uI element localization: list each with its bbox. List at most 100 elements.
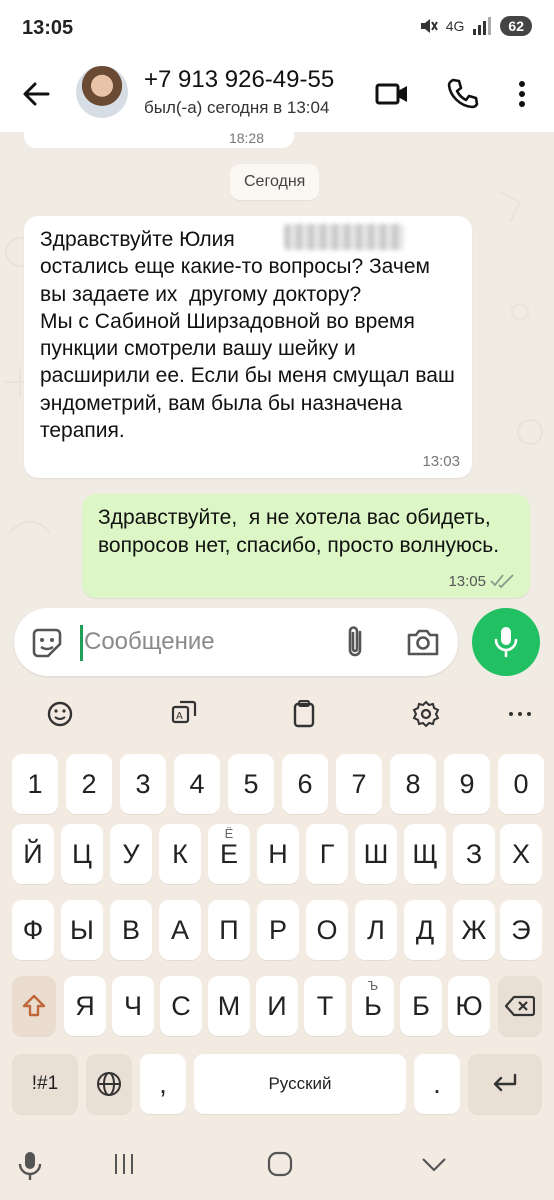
key-alt-label: Ё — [224, 826, 234, 841]
shift-key[interactable] — [12, 976, 56, 1036]
date-chip: Сегодня — [230, 164, 320, 200]
comma-key[interactable]: , — [140, 1054, 186, 1114]
back-arrow-icon[interactable] — [18, 76, 54, 112]
network-label: 4G — [445, 18, 465, 34]
outgoing-message-bubble[interactable]: Здравствуйте, я не хотела вас обидеть, в… — [82, 494, 530, 598]
globe-icon — [97, 1072, 121, 1096]
key[interactable]: Ш — [355, 824, 397, 884]
keyboard: 1 2 3 4 5 6 7 8 9 0 Й Ц У К ЁЕ Н Г Ш Щ З… — [0, 742, 554, 1132]
key-with-alt[interactable]: ЁЕ — [208, 824, 250, 884]
key[interactable]: Ю — [448, 976, 490, 1036]
key[interactable]: Ч — [112, 976, 154, 1036]
enter-icon — [493, 1073, 517, 1092]
signal-icon — [473, 17, 492, 35]
key-label: Е — [219, 838, 238, 869]
key[interactable]: Ж — [453, 900, 495, 960]
key[interactable]: Т — [304, 976, 346, 1036]
last-seen: был(-а) сегодня в 13:04 — [144, 98, 330, 117]
camera-icon[interactable] — [406, 626, 440, 658]
key[interactable]: 2 — [66, 754, 112, 814]
read-receipt-icon — [490, 574, 514, 588]
key-with-alt[interactable]: ЪЬ — [352, 976, 394, 1036]
key[interactable]: Э — [500, 900, 542, 960]
key-label: Ь — [364, 990, 382, 1021]
key[interactable]: Н — [257, 824, 299, 884]
home-icon[interactable] — [266, 1150, 294, 1178]
voice-record-button[interactable] — [472, 608, 540, 676]
key[interactable]: 5 — [228, 754, 274, 814]
key[interactable]: Щ — [404, 824, 446, 884]
key[interactable]: С — [160, 976, 202, 1036]
key[interactable]: 0 — [498, 754, 544, 814]
microphone-icon — [494, 627, 518, 658]
hide-keyboard-icon[interactable] — [420, 1150, 448, 1178]
system-nav-bar — [0, 1132, 554, 1200]
language-key[interactable] — [86, 1054, 132, 1114]
key[interactable]: З — [453, 824, 495, 884]
key[interactable]: К — [159, 824, 201, 884]
key[interactable]: 3 — [120, 754, 166, 814]
video-call-icon[interactable] — [374, 76, 410, 112]
shift-icon — [22, 994, 46, 1017]
key[interactable]: Б — [400, 976, 442, 1036]
key[interactable]: Л — [355, 900, 397, 960]
key[interactable]: М — [208, 976, 250, 1036]
enter-key[interactable] — [468, 1054, 542, 1114]
key[interactable]: Х — [500, 824, 542, 884]
backspace-key[interactable] — [498, 976, 542, 1036]
key[interactable]: О — [306, 900, 348, 960]
chat-area[interactable]: 18:28 Сегодня Здравствуйте Юлия . У вас … — [0, 132, 554, 680]
phone-call-icon[interactable] — [444, 76, 480, 112]
voice-input-icon[interactable] — [16, 1150, 44, 1182]
key[interactable]: 1 — [12, 754, 58, 814]
previous-message-time: 18:28 — [228, 132, 264, 146]
previous-message-bubble[interactable]: 18:28 — [24, 132, 294, 148]
keyboard-toolbar: A — [0, 686, 554, 742]
avatar[interactable] — [76, 66, 128, 118]
settings-gear-icon[interactable] — [406, 694, 446, 734]
outgoing-message-time: 13:05 — [448, 573, 486, 590]
incoming-message-bubble[interactable]: Здравствуйте Юлия . У вас остались еще к… — [24, 216, 472, 478]
recent-apps-icon[interactable] — [110, 1150, 138, 1178]
message-input[interactable] — [84, 622, 324, 662]
incoming-message-time: 13:03 — [422, 453, 460, 470]
key[interactable]: 9 — [444, 754, 490, 814]
status-time: 13:05 — [22, 17, 74, 39]
key[interactable]: Я — [64, 976, 106, 1036]
key[interactable]: Д — [404, 900, 446, 960]
contact-name[interactable]: +7 913 926-49-55 — [144, 66, 334, 94]
key[interactable]: Й — [12, 824, 54, 884]
emoji-icon[interactable] — [40, 694, 80, 734]
period-key[interactable]: . — [414, 1054, 460, 1114]
key[interactable]: И — [256, 976, 298, 1036]
number-row: 1 2 3 4 5 6 7 8 9 0 — [0, 754, 554, 814]
space-key[interactable]: Русский — [194, 1054, 406, 1114]
key[interactable]: 7 — [336, 754, 382, 814]
text-caret — [80, 625, 83, 661]
key-alt-label: Ъ — [367, 978, 379, 993]
key[interactable]: 8 — [390, 754, 436, 814]
key[interactable]: Ы — [61, 900, 103, 960]
translate-icon[interactable]: A — [164, 694, 204, 734]
key[interactable]: Ц — [61, 824, 103, 884]
clipboard-icon[interactable] — [284, 694, 324, 734]
mute-icon — [420, 19, 438, 33]
letter-row-2: Ф Ы В А П Р О Л Д Ж Э — [0, 900, 554, 960]
key[interactable]: Ф — [12, 900, 54, 960]
key[interactable]: Р — [257, 900, 299, 960]
key[interactable]: В — [110, 900, 152, 960]
key[interactable]: 4 — [174, 754, 220, 814]
bottom-row: !#1 , Русский . — [0, 1054, 554, 1114]
incoming-message-text: Здравствуйте Юлия . У вас остались еще к… — [40, 228, 455, 443]
key[interactable]: А — [159, 900, 201, 960]
more-tools-icon[interactable] — [500, 694, 540, 734]
key[interactable]: У — [110, 824, 152, 884]
sticker-icon[interactable] — [30, 626, 64, 660]
key[interactable]: Г — [306, 824, 348, 884]
attach-icon[interactable] — [342, 624, 370, 660]
key[interactable]: П — [208, 900, 250, 960]
symbols-key[interactable]: !#1 — [12, 1054, 78, 1114]
redacted-name — [284, 224, 404, 250]
key[interactable]: 6 — [282, 754, 328, 814]
more-options-icon[interactable] — [506, 76, 542, 112]
